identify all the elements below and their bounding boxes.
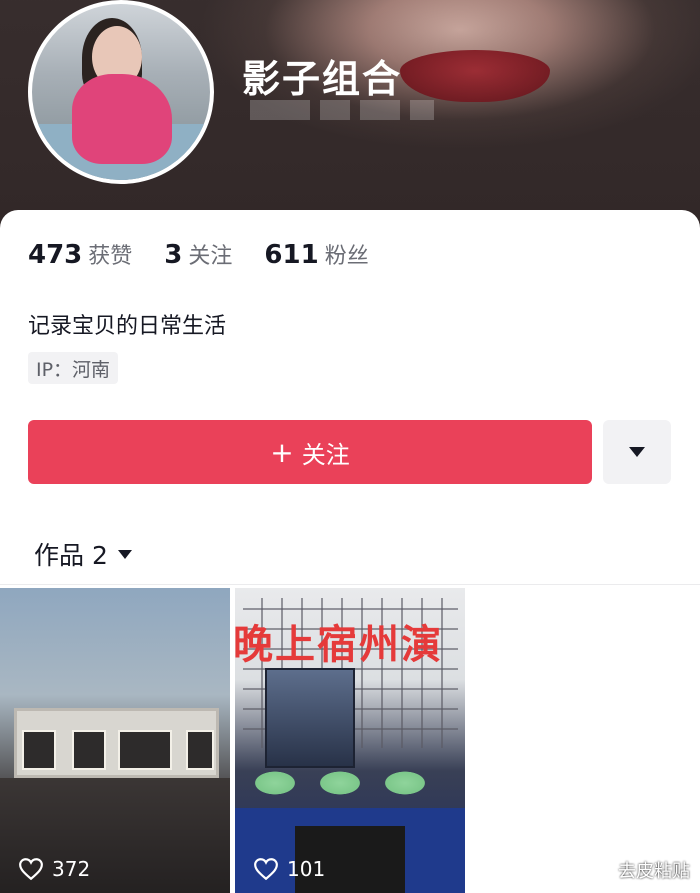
video-overlay-text: 晚上宿州演 — [235, 622, 443, 668]
more-options-button[interactable] — [603, 420, 671, 484]
stat-value: 473 — [28, 240, 83, 270]
stat-value: 3 — [164, 240, 183, 270]
blurred-id — [250, 100, 510, 124]
profile-card: 473 获赞 3 关注 611 粉丝 记录宝贝的日常生活 IP：河南 + 关注 … — [0, 210, 700, 893]
like-count-value: 101 — [287, 857, 326, 881]
stat-following[interactable]: 3 关注 — [164, 238, 232, 270]
follow-label: 关注 — [301, 440, 350, 469]
heart-icon — [254, 858, 278, 881]
follow-button[interactable]: + 关注 — [28, 420, 592, 484]
plus-icon: + — [270, 435, 294, 469]
stat-label: 获赞 — [88, 244, 133, 269]
like-count: 101 — [253, 857, 325, 881]
stat-likes[interactable]: 473 获赞 — [28, 238, 132, 270]
tab-works[interactable]: 作品 2 — [34, 536, 132, 572]
stat-label: 粉丝 — [324, 244, 369, 269]
stat-label: 关注 — [188, 244, 233, 269]
avatar[interactable] — [28, 0, 214, 184]
dancers-image — [245, 758, 455, 808]
stats-row: 473 获赞 3 关注 611 粉丝 — [28, 238, 401, 270]
like-count-value: 372 — [52, 857, 91, 881]
watermark: 去皮粘贴 — [618, 861, 690, 882]
heart-icon — [19, 858, 43, 881]
stage-screen — [265, 668, 355, 768]
bio-text: 记录宝贝的日常生活 — [28, 314, 227, 339]
tab-works-label: 作品 2 — [34, 541, 108, 570]
like-count: 372 — [18, 857, 90, 881]
caret-down-icon — [629, 447, 645, 457]
divider — [0, 584, 700, 585]
username: 影子组合 — [242, 57, 403, 101]
video-thumbnail[interactable]: 372 — [0, 588, 230, 893]
ip-location-tag: IP：河南 — [28, 352, 119, 384]
stat-value: 611 — [264, 240, 319, 270]
video-thumbnail[interactable]: 晚上宿州演 101 — [235, 588, 465, 893]
stat-followers[interactable]: 611 粉丝 — [264, 238, 368, 270]
caret-down-icon — [117, 549, 132, 559]
